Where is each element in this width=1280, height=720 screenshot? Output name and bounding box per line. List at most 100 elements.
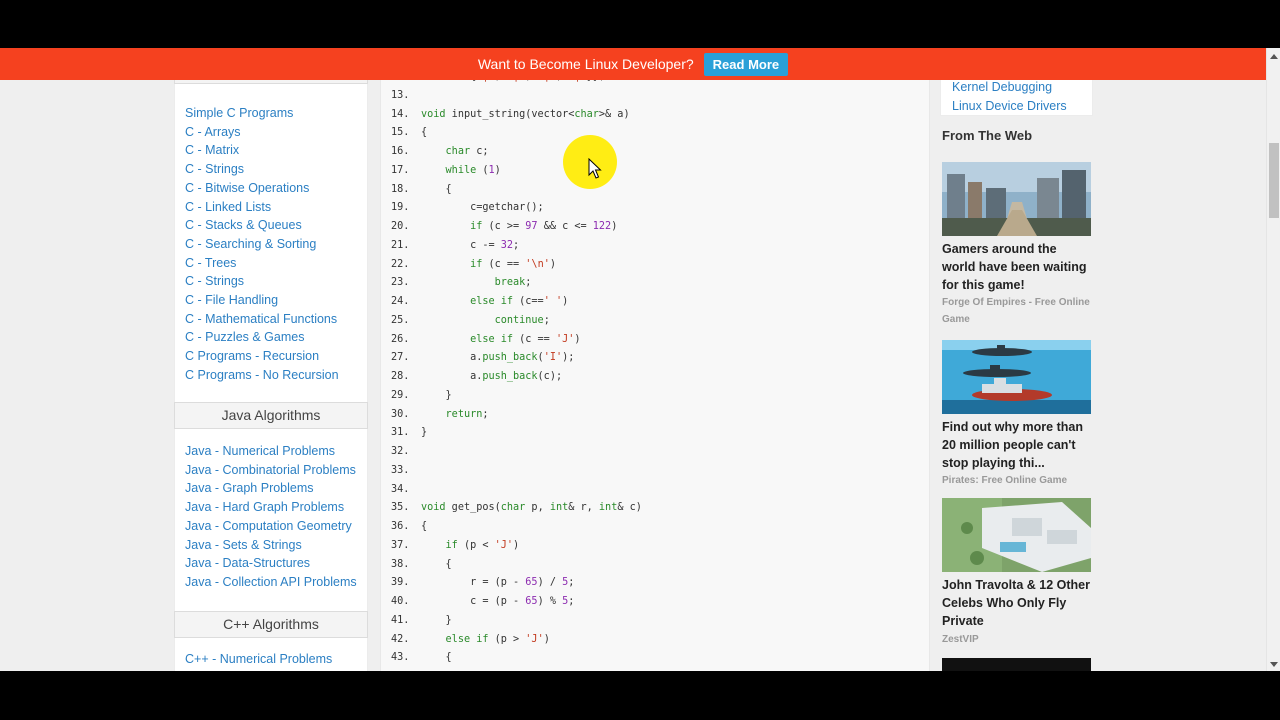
sidebar-link[interactable]: Simple C Programs <box>185 106 293 120</box>
sidebar-link[interactable]: Java - Collection API Problems <box>185 575 357 589</box>
sidebar-link[interactable]: Java - Combinatorial Problems <box>185 463 356 477</box>
code-text: else if (c == 'J') <box>470 333 581 345</box>
line-number: 36. <box>391 521 410 532</box>
sidebar-link[interactable]: C - Arrays <box>185 125 241 139</box>
code-text: { <box>421 652 452 664</box>
sidebar-link[interactable]: Java - Computation Geometry <box>185 519 352 533</box>
code-text: char c; <box>445 146 489 157</box>
line-number: 38. <box>391 558 410 570</box>
line-number: 33. <box>391 464 410 476</box>
code-text: } <box>421 614 452 626</box>
code-text: a.push_back(c); <box>421 371 563 382</box>
section-title-java: Java Algorithms <box>174 402 368 429</box>
line-number: 42. <box>391 633 410 645</box>
line-number: 17. <box>391 164 410 176</box>
ad-headline-2[interactable]: Find out why more than 20 million people… <box>942 418 1092 472</box>
ad-source-3[interactable]: ZestVIP <box>942 631 1092 648</box>
sidebar-link[interactable]: C - Linked Lists <box>185 200 271 214</box>
code-text: { <box>421 521 428 532</box>
line-number: 30. <box>391 408 410 420</box>
line-number: 19. <box>391 202 410 214</box>
sidebar-link[interactable]: C - Bitwise Operations <box>185 181 309 195</box>
code-text: while (1) <box>445 164 501 176</box>
kernel-links-box: Kernel Debugging Linux Device Drivers <box>940 74 1093 116</box>
browser-viewport: C Programming Examples Simple C Programs… <box>0 48 1280 671</box>
sidebar-link[interactable]: Java - Hard Graph Problems <box>185 500 344 514</box>
sidebar-link[interactable]: Java - Sets & Strings <box>185 538 302 552</box>
ad-source-2[interactable]: Pirates: Free Online Game <box>942 472 1092 489</box>
sidebar-link[interactable]: C - Trees <box>185 256 236 270</box>
line-number: 32. <box>391 446 410 457</box>
code-text: if (c == '\n') <box>470 258 556 270</box>
sidebar-link[interactable]: C - Mathematical Functions <box>185 312 337 326</box>
line-number: 22. <box>391 258 410 270</box>
code-text: return; <box>445 408 489 420</box>
line-number: 13. <box>391 89 410 101</box>
ad-headline-3[interactable]: John Travolta & 12 Other Celebs Who Only… <box>942 576 1092 630</box>
scroll-down-icon[interactable] <box>1270 662 1278 667</box>
sidebar-link[interactable]: C++ - Numerical Problems <box>185 652 332 666</box>
code-text: } <box>421 389 452 401</box>
ad-image-city[interactable] <box>942 162 1091 236</box>
read-more-button[interactable]: Read More <box>703 52 789 76</box>
banner-text: Want to Become Linux Developer? <box>477 56 694 72</box>
code-text: break; <box>494 277 532 289</box>
line-number: 29. <box>391 389 410 401</box>
line-number: 41. <box>391 614 410 626</box>
code-text: { <box>421 558 452 570</box>
code-text: c=getchar(); <box>421 202 544 214</box>
sidebar-link[interactable]: C - Stacks & Queues <box>185 218 302 232</box>
line-number: 39. <box>391 577 410 589</box>
line-number: 31. <box>391 427 410 439</box>
line-number: 18. <box>391 183 410 195</box>
promo-banner: Want to Become Linux Developer? Read Mor… <box>0 48 1266 80</box>
link-linux-device-drivers[interactable]: Linux Device Drivers <box>952 99 1067 113</box>
section-title-cpp: C++ Algorithms <box>174 611 368 638</box>
line-number: 23. <box>391 277 410 289</box>
line-number: 43. <box>391 652 410 664</box>
code-text: continue; <box>494 314 550 326</box>
sidebar-link[interactable]: C - Searching & Sorting <box>185 237 316 251</box>
line-number: 20. <box>391 221 410 232</box>
sidebar-link[interactable]: C - Strings <box>185 162 244 176</box>
ad-image-submarines[interactable] <box>942 340 1091 414</box>
line-number: 16. <box>391 146 410 157</box>
line-number: 25. <box>391 314 410 326</box>
sidebar-link[interactable]: C Programs - No Recursion <box>185 368 339 382</box>
code-text: else if (c==' ') <box>470 296 569 307</box>
code-text: { <box>421 127 428 139</box>
code-text: void get_pos(char p, int& r, int& c) <box>421 502 642 514</box>
sidebar-link[interactable]: C - Matrix <box>185 143 239 157</box>
code-text: else if (p > 'J') <box>445 633 550 645</box>
ad-source-1[interactable]: Forge Of Empires - Free Online Game <box>942 294 1092 328</box>
ad-headline-1[interactable]: Gamers around the world have been waitin… <box>942 240 1092 294</box>
line-number: 37. <box>391 539 410 551</box>
link-kernel-debugging[interactable]: Kernel Debugging <box>952 80 1052 94</box>
line-number: 14. <box>391 108 410 120</box>
from-the-web-title: From The Web <box>942 128 1033 143</box>
scroll-thumb[interactable] <box>1269 143 1279 218</box>
sidebar-link[interactable]: C - File Handling <box>185 293 278 307</box>
code-listing: 12. {'|', '|', '|', '|'}};13.14.void inp… <box>380 71 930 671</box>
line-number: 40. <box>391 596 410 607</box>
left-sidebar: C Programming Examples Simple C Programs… <box>174 48 368 671</box>
right-sidebar: Kernel Debugging Linux Device Drivers Fr… <box>940 48 1093 671</box>
code-text: if (p < 'J') <box>445 539 520 551</box>
scroll-up-icon[interactable] <box>1270 54 1278 59</box>
sidebar-link[interactable]: C Programs - Recursion <box>185 349 319 363</box>
ad-image-mansion[interactable] <box>942 498 1091 572</box>
java-links-box: Java - Numerical Problems Java - Combinat… <box>174 429 368 614</box>
code-text: if (c >= 97 && c <= 122) <box>470 221 618 232</box>
c-links-box: Simple C Programs C - Arrays C - Matrix C -… <box>174 84 368 404</box>
sidebar-link[interactable]: Java - Graph Problems <box>185 481 314 495</box>
mouse-pointer-icon <box>588 158 602 179</box>
line-number: 26. <box>391 333 410 345</box>
line-number: 35. <box>391 502 410 514</box>
sidebar-link[interactable]: C - Puzzles & Games <box>185 330 304 344</box>
line-number: 21. <box>391 239 410 251</box>
line-number: 28. <box>391 371 410 382</box>
page-scrollbar[interactable] <box>1266 48 1280 671</box>
sidebar-link[interactable]: Java - Numerical Problems <box>185 444 335 458</box>
sidebar-link[interactable]: C - Strings <box>185 274 244 288</box>
sidebar-link[interactable]: Java - Data-Structures <box>185 556 310 570</box>
